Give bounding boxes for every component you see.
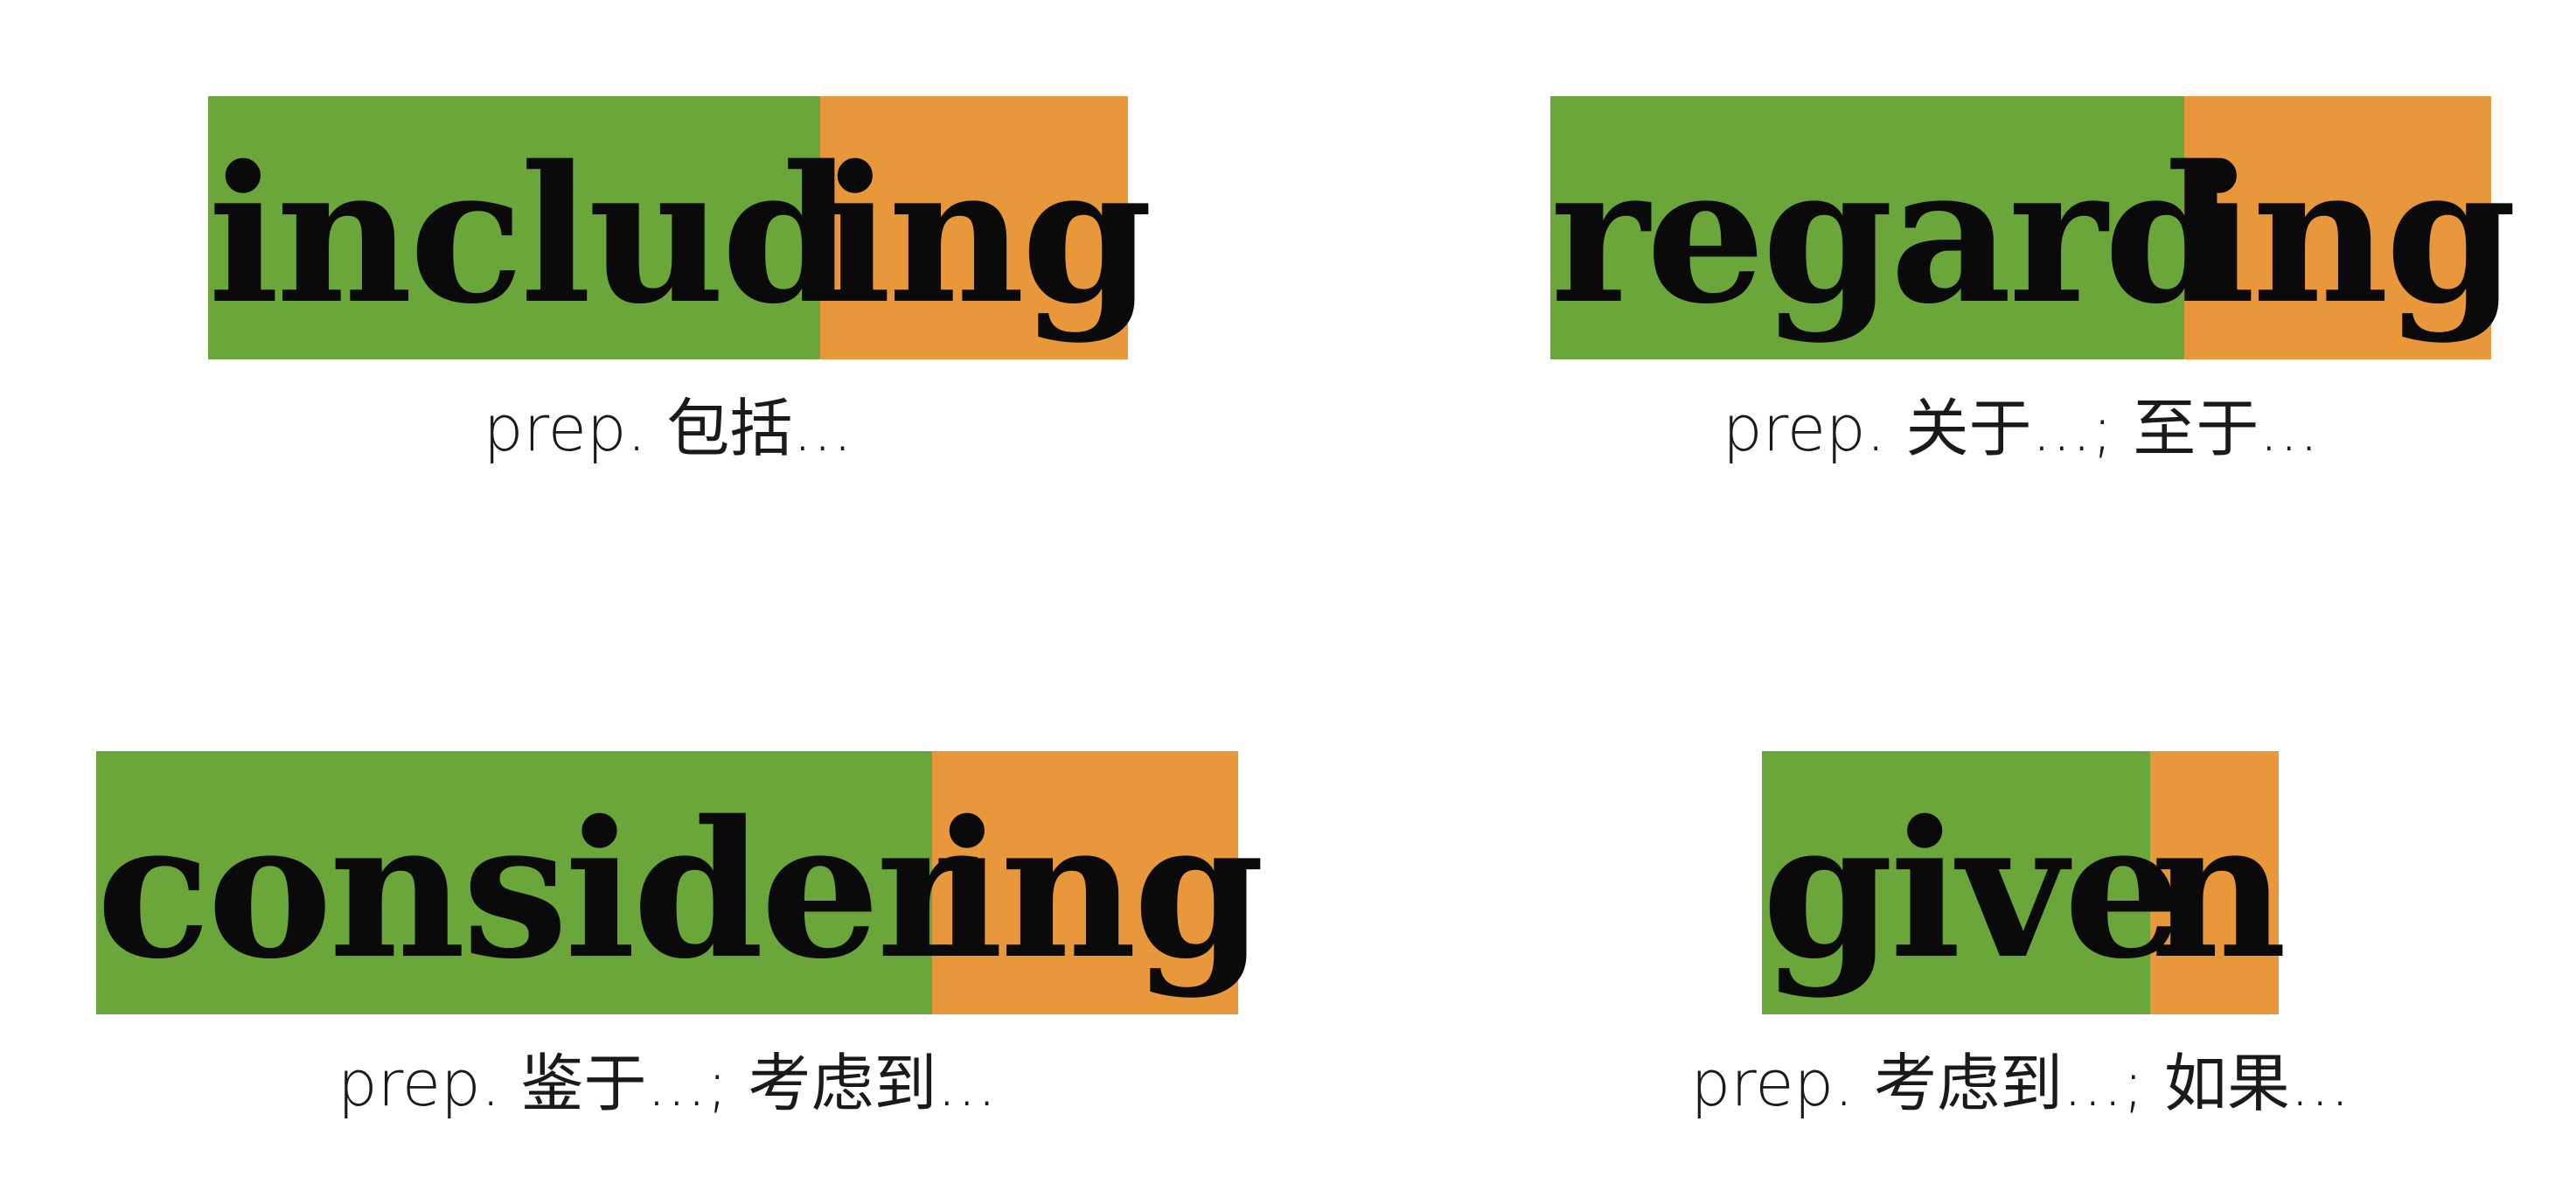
gloss-text: prep. 关于...; 至于... <box>1723 392 2319 465</box>
word-suffix: ing <box>2184 96 2517 359</box>
gloss-text: prep. 鉴于...; 考虑到... <box>338 1047 997 1120</box>
word-card-considering: consider ing prep. 鉴于...; 考虑到... <box>96 751 1264 1124</box>
word-considering: consider ing <box>96 751 1264 1014</box>
word-suffix-text: ing <box>820 124 1152 345</box>
word-stem: give <box>1762 751 2183 1014</box>
word-card-including: includ ing prep. 包括... <box>208 96 1152 469</box>
word-regarding: regard ing <box>1550 96 2517 359</box>
word-including: includ ing <box>208 96 1152 359</box>
word-stem-text: give <box>1762 779 2183 1000</box>
word-stem-text: regard <box>1550 124 2235 345</box>
word-suffix: ing <box>932 751 1264 1014</box>
word-suffix: n <box>2150 751 2287 1014</box>
word-stem: regard <box>1550 96 2235 359</box>
word-card-regarding: regard ing prep. 关于...; 至于... <box>1550 96 2517 469</box>
word-suffix: ing <box>820 96 1152 359</box>
word-suffix-text: n <box>2150 779 2287 1000</box>
word-suffix-text: ing <box>2184 124 2517 345</box>
word-stem: includ <box>208 96 853 359</box>
word-suffix-text: ing <box>932 779 1264 1000</box>
word-card-given: give n prep. 考虑到...; 如果... <box>1691 751 2350 1124</box>
word-stem-text: consider <box>96 779 976 1000</box>
gloss-text: prep. 考虑到...; 如果... <box>1690 1047 2350 1120</box>
word-given: give n <box>1762 751 2287 1014</box>
gloss-text: prep. 包括... <box>483 392 853 465</box>
word-stem-text: includ <box>208 124 853 345</box>
word-stem: consider <box>96 751 976 1014</box>
